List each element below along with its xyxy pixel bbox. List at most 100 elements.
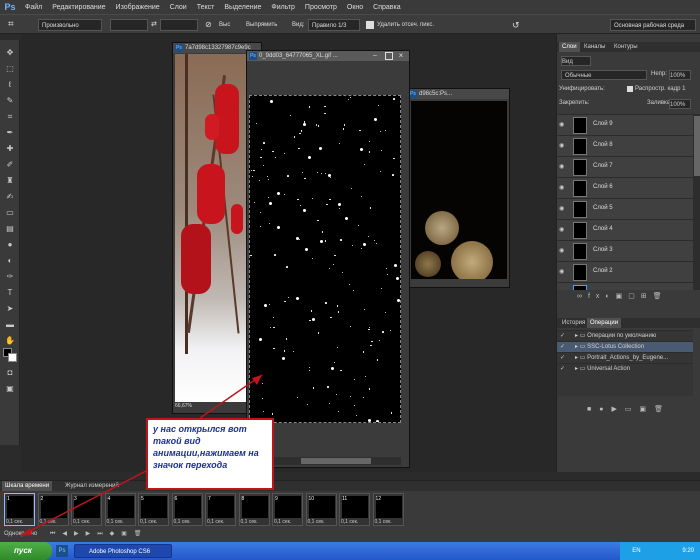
clone-stamp-icon[interactable]: ♜ <box>4 176 16 186</box>
lasso-tool-icon[interactable]: ℓ <box>4 80 16 90</box>
photoshop-quicklaunch-icon[interactable]: Ps <box>56 545 68 557</box>
layer-row[interactable]: ◉ <box>557 282 693 290</box>
crop-tool-icon[interactable]: ⌗ <box>8 19 20 31</box>
taskbar-photoshop[interactable]: Adobe Photoshop CS6 <box>74 544 172 558</box>
screen-mode-icon[interactable]: ▣ <box>4 384 16 394</box>
animation-frame[interactable]: 10 0,1 сек. <box>305 493 337 526</box>
frame-delay[interactable]: 0,1 сек. <box>6 519 23 525</box>
action-set-row[interactable]: ✓ ▸ ▭ Universal Action <box>557 363 693 374</box>
visibility-eye-icon[interactable]: ◉ <box>559 226 567 234</box>
layer-filter-select[interactable]: Вид <box>561 56 591 66</box>
action-set-row[interactable]: ✓ ▸ ▭ Portrait_Actions_by_Eugene... <box>557 352 693 363</box>
brush-icon[interactable]: ✐ <box>4 160 16 170</box>
menu-file[interactable]: Файл <box>20 4 47 11</box>
animation-frame[interactable]: 4 0,1 сек. <box>104 493 136 526</box>
menu-edit[interactable]: Редактирование <box>47 4 110 11</box>
straighten-button[interactable]: Выпрямить <box>246 19 277 31</box>
maximize-icon[interactable] <box>385 52 393 60</box>
background-color-swatch[interactable] <box>8 353 17 362</box>
visibility-eye-icon[interactable]: ◉ <box>559 121 567 129</box>
eyedropper-icon[interactable]: ✒ <box>4 128 16 138</box>
visibility-eye-icon[interactable]: ◉ <box>559 247 567 255</box>
frame-delay[interactable]: 0,1 сек. <box>140 519 157 525</box>
opacity-field[interactable]: 100% <box>669 70 691 80</box>
tab-actions[interactable]: Операции <box>587 318 622 328</box>
animation-frame[interactable]: 12 0,1 сек. <box>372 493 404 526</box>
type-tool-icon[interactable]: T <box>4 288 16 298</box>
visibility-eye-icon[interactable]: ◉ <box>559 163 567 171</box>
path-select-icon[interactable]: ➤ <box>4 304 16 314</box>
layer-row[interactable]: ◉ Слой 7 <box>557 156 693 177</box>
frame-delay[interactable]: 0,1 сек. <box>40 519 57 525</box>
close-icon[interactable]: × <box>396 51 406 61</box>
animation-frame[interactable]: 2 0,1 сек. <box>37 493 69 526</box>
language-indicator[interactable]: EN <box>632 548 640 554</box>
action-set-row[interactable]: ✓ ▸ ▭ Операции по умолчанию <box>557 330 693 341</box>
menu-window[interactable]: Окно <box>342 4 368 11</box>
animation-frame[interactable]: 5 0,1 сек. <box>138 493 169 526</box>
fill-field[interactable]: 100% <box>669 99 691 109</box>
menu-type[interactable]: Текст <box>192 4 220 11</box>
history-brush-icon[interactable]: ✍ <box>4 192 16 202</box>
clear-icon[interactable]: ⊘ <box>205 19 215 31</box>
menu-view[interactable]: Просмотр <box>300 4 342 11</box>
crop-ratio-select[interactable]: Произвольно <box>38 19 102 31</box>
zoom-level[interactable]: 66,67% <box>175 403 192 409</box>
quick-mask-icon[interactable]: ◘ <box>4 368 16 378</box>
marquee-tool-icon[interactable]: ⬚ <box>4 64 16 74</box>
eraser-icon[interactable]: ▭ <box>4 208 16 218</box>
frame-delay[interactable]: 0,1 сек. <box>375 519 392 525</box>
loop-select[interactable]: Однократно <box>4 531 37 537</box>
shape-tool-icon[interactable]: ▬ <box>4 320 16 330</box>
menu-select[interactable]: Выделение <box>219 4 266 11</box>
animation-frame[interactable]: 8 0,1 сек. <box>238 493 270 526</box>
animation-frame[interactable]: 11 0,1 сек. <box>339 493 370 526</box>
animation-frame[interactable]: 3 0,1 сек. <box>71 493 102 526</box>
menu-help[interactable]: Справка <box>368 4 405 11</box>
tab-measurement-log[interactable]: Журнал измерений <box>62 481 122 491</box>
animation-frame[interactable]: 7 0,1 сек. <box>205 493 236 526</box>
healing-brush-icon[interactable]: ✚ <box>4 144 16 154</box>
frame-delay[interactable]: 0,1 сек. <box>274 519 291 525</box>
crop-height-field[interactable] <box>160 19 198 31</box>
animation-frame[interactable]: 6 0,1 сек. <box>171 493 203 526</box>
visibility-eye-icon[interactable]: ◉ <box>559 142 567 150</box>
visibility-eye-icon[interactable]: ◉ <box>559 268 567 276</box>
layer-row[interactable]: ◉ Слой 5 <box>557 198 693 219</box>
animation-frame[interactable]: 9 0,1 сек. <box>272 493 303 526</box>
actions-footer-buttons[interactable]: ■●▶▭▣🗑 <box>557 404 700 416</box>
layer-row[interactable]: ◉ Слой 2 <box>557 261 693 282</box>
tab-layers[interactable]: Слои <box>559 42 580 52</box>
tab-timeline[interactable]: Шкала времени <box>2 481 53 491</box>
visibility-eye-icon[interactable]: ◉ <box>559 205 567 213</box>
layers-footer-buttons[interactable]: ∞fx◐▣▢⊞🗑 <box>557 291 700 303</box>
frame-delay[interactable]: 0,1 сек. <box>207 519 224 525</box>
visibility-eye-icon[interactable]: ◉ <box>559 184 567 192</box>
hand-tool-icon[interactable]: ✋ <box>4 336 16 346</box>
move-tool-icon[interactable]: ✥ <box>4 48 16 58</box>
pen-icon[interactable]: ✑ <box>4 272 16 282</box>
blur-icon[interactable]: ● <box>4 240 16 250</box>
frame-delay[interactable]: 0,1 сек. <box>174 519 191 525</box>
document-window-snow[interactable]: Ps 0_9dd03_64777065_XL.gif ... – × <box>246 50 410 468</box>
frame-delay[interactable]: 0,1 сек. <box>308 519 325 525</box>
tab-history[interactable]: История <box>559 318 588 328</box>
action-set-row[interactable]: ✓ ▸ ▭ SSC-Lotus Collection <box>557 341 693 352</box>
start-button[interactable]: пуск <box>0 542 52 560</box>
minimize-icon[interactable]: – <box>373 52 381 60</box>
layer-row[interactable]: ◉ Слой 3 <box>557 240 693 261</box>
tab-paths[interactable]: Контуры <box>611 42 641 52</box>
layers-scrollbar[interactable] <box>693 114 700 290</box>
menu-filter[interactable]: Фильтр <box>266 4 300 11</box>
document-tab-bokeh[interactable]: Ps d98c5c:Ps... <box>407 89 509 99</box>
frame-delay[interactable]: 0,1 сек. <box>341 519 358 525</box>
visibility-eye-icon[interactable]: ◉ <box>559 289 567 290</box>
layer-row[interactable]: ◉ Слой 4 <box>557 219 693 240</box>
layer-row[interactable]: ◉ Слой 9 <box>557 114 693 135</box>
animation-frame[interactable]: 1 0,1 сек. <box>4 493 35 526</box>
dodge-icon[interactable]: ◐ <box>4 256 16 266</box>
swap-icon[interactable]: ⇄ <box>151 19 159 31</box>
crop-icon[interactable]: ⌗ <box>4 112 16 122</box>
layer-row[interactable]: ◉ Слой 6 <box>557 177 693 198</box>
document-window-bokeh[interactable]: Ps d98c5c:Ps... <box>406 88 510 288</box>
